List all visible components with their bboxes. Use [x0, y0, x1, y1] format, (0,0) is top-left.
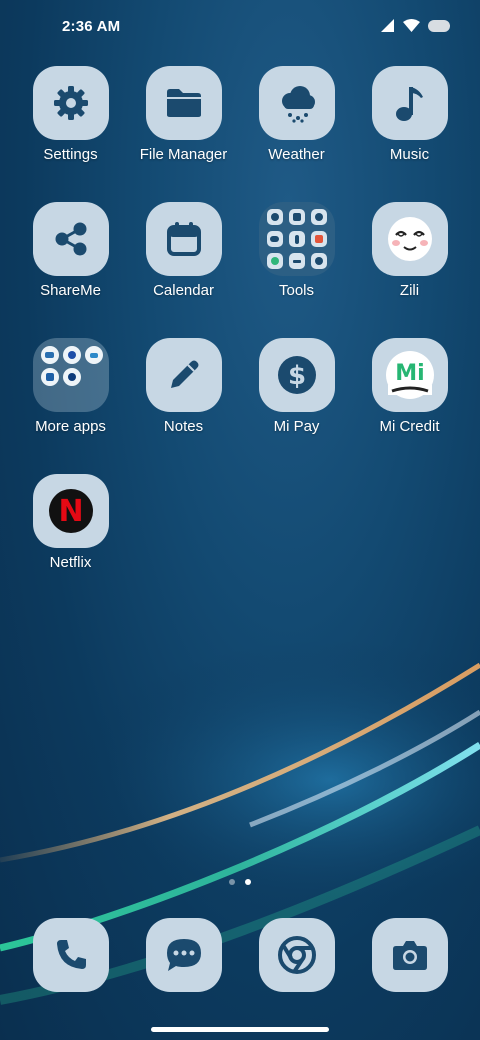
folder-icon	[145, 66, 222, 140]
app-label: Notes	[163, 418, 204, 435]
battery-icon	[428, 19, 450, 32]
app-label: ShareMe	[40, 282, 101, 299]
mini-app-icon	[40, 346, 59, 364]
mini-app-icon	[62, 368, 81, 386]
app-weather[interactable]: Weather	[240, 66, 353, 202]
mini-app-icon	[266, 231, 283, 247]
mini-app-icon	[266, 253, 283, 269]
signal-icon	[381, 19, 394, 32]
wifi-icon	[403, 19, 420, 32]
app-mi-credit[interactable]: Mi Mi Credit	[353, 338, 466, 474]
camera-icon	[371, 918, 448, 992]
mini-app-icon	[266, 209, 283, 225]
mini-app-icon	[288, 231, 305, 247]
mini-app-icon	[84, 346, 103, 364]
chrome-icon	[258, 918, 335, 992]
page-indicator[interactable]	[0, 879, 480, 885]
mini-app-icon	[288, 253, 305, 269]
app-label: Mi Pay	[273, 418, 320, 435]
app-mi-pay[interactable]: $ Mi Pay	[240, 338, 353, 474]
apps-folder-icon	[32, 338, 109, 412]
netflix-logo-icon: N	[32, 474, 109, 548]
app-label: File Manager	[139, 146, 228, 163]
status-bar: 2:36 AM	[0, 0, 480, 56]
dock-chrome[interactable]	[240, 918, 353, 992]
dock	[14, 918, 466, 992]
app-calendar[interactable]: Calendar	[127, 202, 240, 338]
app-settings[interactable]: Settings	[14, 66, 127, 202]
app-netflix[interactable]: N Netflix	[14, 474, 127, 610]
smiley-face-icon	[371, 202, 448, 276]
svg-text:Mi: Mi	[395, 361, 424, 386]
mini-app-icon	[40, 368, 59, 386]
more-apps-folder-preview	[40, 346, 103, 386]
home-app-grid: Settings File Manager Weather Music Shar…	[14, 66, 466, 610]
app-label: Settings	[43, 146, 98, 163]
app-music[interactable]: Music	[353, 66, 466, 202]
app-label: Tools	[278, 282, 315, 299]
app-label: Weather	[268, 146, 325, 163]
app-zili[interactable]: Zili	[353, 202, 466, 338]
status-time: 2:36 AM	[62, 18, 121, 35]
mi-credit-logo-icon: Mi	[371, 338, 448, 412]
gesture-nav-bar[interactable]	[151, 1027, 329, 1032]
mini-app-icon	[288, 209, 305, 225]
calendar-icon	[145, 202, 222, 276]
app-label: More apps	[35, 418, 106, 435]
pencil-icon	[145, 338, 222, 412]
app-label: Music	[389, 146, 430, 163]
music-note-icon	[371, 66, 448, 140]
svg-text:N: N	[58, 494, 83, 529]
mini-app-icon	[310, 253, 327, 269]
mini-app-icon	[62, 346, 81, 364]
dock-phone[interactable]	[14, 918, 127, 992]
page-dot[interactable]	[229, 879, 235, 885]
page-dot-active[interactable]	[245, 879, 251, 885]
status-icons	[381, 19, 450, 32]
app-notes[interactable]: Notes	[127, 338, 240, 474]
folder-more-apps[interactable]: More apps	[14, 338, 127, 474]
dollar-icon: $	[258, 338, 335, 412]
app-label: Mi Credit	[379, 418, 440, 435]
app-label: Netflix	[49, 554, 92, 571]
mini-app-icon	[310, 231, 327, 247]
app-label: Zili	[399, 282, 420, 299]
tools-folder-icon	[258, 202, 335, 276]
message-icon	[145, 918, 222, 992]
gear-icon	[32, 66, 109, 140]
dock-messages[interactable]	[127, 918, 240, 992]
cloud-snow-icon	[258, 66, 335, 140]
mini-app-icon	[310, 209, 327, 225]
share-icon	[32, 202, 109, 276]
folder-tools[interactable]: Tools	[240, 202, 353, 338]
phone-icon	[32, 918, 109, 992]
svg-text:$: $	[287, 361, 305, 391]
tools-folder-preview	[266, 209, 327, 269]
app-label: Calendar	[153, 282, 214, 299]
dock-camera[interactable]	[353, 918, 466, 992]
app-shareme[interactable]: ShareMe	[14, 202, 127, 338]
app-file-manager[interactable]: File Manager	[127, 66, 240, 202]
